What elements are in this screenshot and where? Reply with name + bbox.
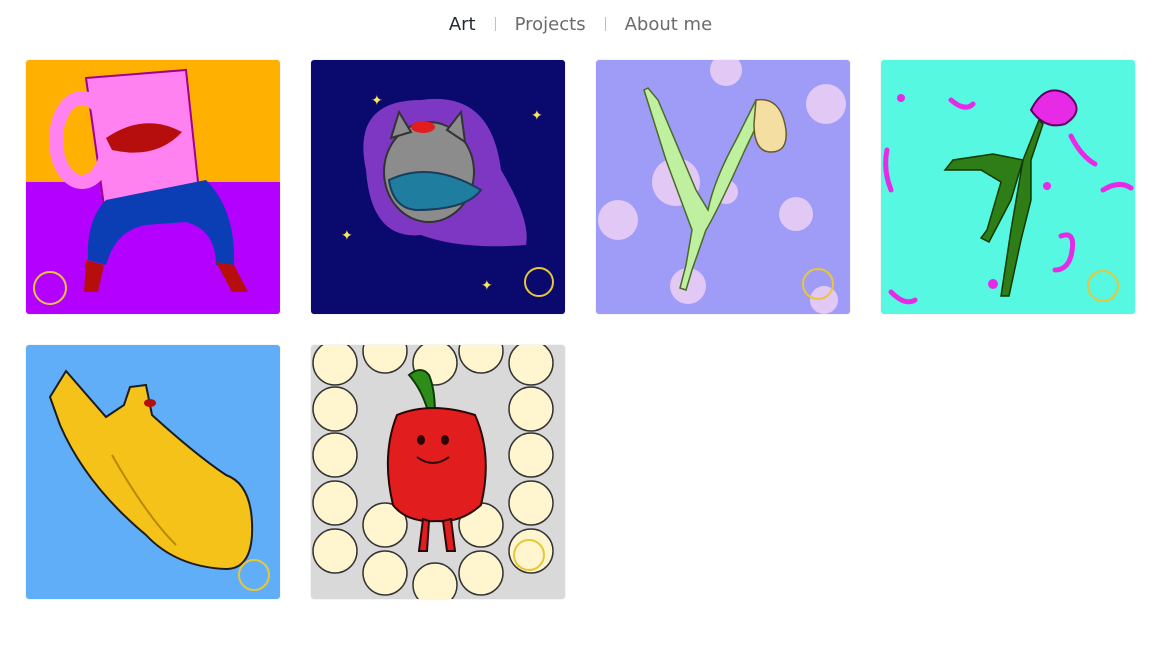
nav-projects-link[interactable]: Projects <box>515 14 586 35</box>
nav-separator <box>494 17 496 31</box>
nav-art-link[interactable]: Art <box>449 14 476 35</box>
nav-separator <box>604 17 606 31</box>
svg-text:✦: ✦ <box>341 228 353 244</box>
mug-lips-artwork-image <box>26 60 280 314</box>
dancer-bulb-artwork-image <box>596 60 850 314</box>
gallery-item-mug-lips[interactable] <box>26 60 280 314</box>
svg-text:✦: ✦ <box>531 108 543 124</box>
gallery-item-red-pepper[interactable] <box>311 345 565 599</box>
yellow-hand-artwork-image <box>26 345 280 599</box>
svg-text:✦: ✦ <box>371 93 383 109</box>
gallery-item-space-cat[interactable]: ✦ ✦ ✦ ✦ <box>311 60 565 314</box>
space-cat-artwork-image: ✦ ✦ ✦ ✦ <box>311 60 565 314</box>
top-nav: Art Projects About me <box>0 14 1161 35</box>
svg-text:✦: ✦ <box>481 278 493 294</box>
gallery-item-yellow-hand[interactable] <box>26 345 280 599</box>
gallery-item-flower-dancer[interactable] <box>881 60 1135 314</box>
gallery-item-dancer-bulb[interactable] <box>596 60 850 314</box>
flower-dancer-artwork-image <box>881 60 1135 314</box>
nav-about-link[interactable]: About me <box>625 14 713 35</box>
red-pepper-artwork-image <box>311 345 565 599</box>
